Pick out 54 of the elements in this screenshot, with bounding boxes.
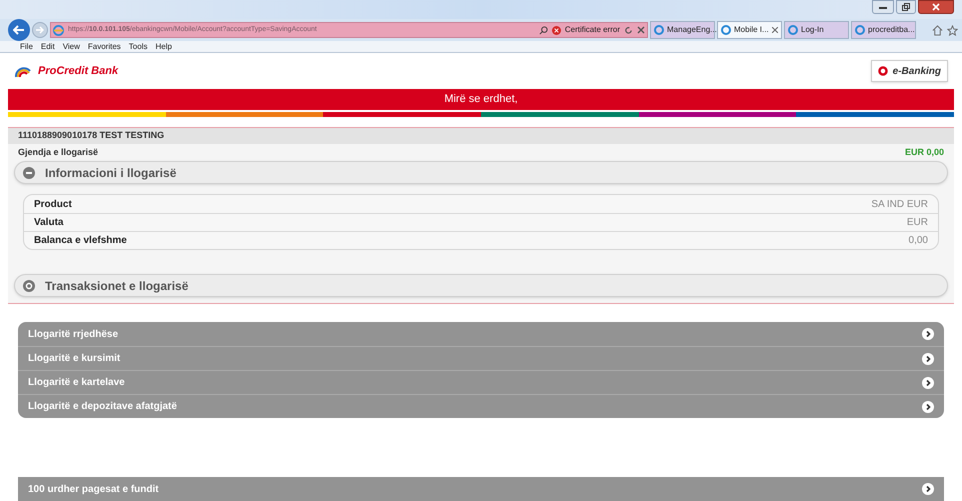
expand-icon xyxy=(23,280,35,292)
chevron-right-icon xyxy=(922,483,934,495)
ring-icon xyxy=(878,66,888,76)
menu-item[interactable]: Tools xyxy=(128,40,148,52)
bank-logo-text: ProCredit Bank xyxy=(38,64,118,79)
forward-arrow-icon xyxy=(36,26,44,34)
browser-tab[interactable]: Log-In xyxy=(784,21,849,39)
restore-icon xyxy=(902,3,910,11)
detail-label: Balanca e vlefshme xyxy=(34,234,127,248)
balance-amount: EUR 0,00 xyxy=(904,146,944,159)
collapse-icon xyxy=(23,166,35,178)
error-icon xyxy=(552,26,561,34)
menu-item[interactable]: View xyxy=(62,40,80,52)
ebanking-button[interactable]: e-Banking xyxy=(870,60,948,82)
chevron-right-icon xyxy=(922,400,934,412)
menu-item[interactable]: Help xyxy=(155,40,172,52)
account-title: 1110188909010178 TEST TESTING xyxy=(18,129,164,142)
refresh-icon xyxy=(624,26,633,34)
minimize-button[interactable] xyxy=(872,0,894,14)
browser-tab[interactable]: procreditba... xyxy=(851,21,916,39)
site-icon xyxy=(788,25,798,35)
chevron-right-icon xyxy=(922,376,934,388)
page-icon xyxy=(53,24,64,36)
close-button[interactable] xyxy=(918,0,954,14)
menu-item[interactable]: File xyxy=(20,40,33,52)
menu-item[interactable]: Favorites xyxy=(88,40,121,52)
detail-value: SA IND EUR xyxy=(871,198,928,212)
menu-item[interactable]: Edit xyxy=(40,40,55,52)
maximize-button[interactable] xyxy=(896,0,916,14)
balance-label: Gjendja e llogarisë xyxy=(18,146,98,159)
site-icon xyxy=(654,25,664,35)
back-arrow-icon xyxy=(13,25,25,35)
star-icon[interactable] xyxy=(947,24,958,36)
search-icon xyxy=(538,26,548,34)
browser-tab[interactable]: Mobile I... xyxy=(717,21,782,39)
detail-label: Valuta xyxy=(34,216,64,230)
site-icon xyxy=(721,25,731,35)
site-icon xyxy=(855,25,865,35)
section-header[interactable]: Transaksionet e llogarisë xyxy=(14,274,948,297)
detail-value: 0,00 xyxy=(908,234,928,248)
close-tab-icon xyxy=(772,27,778,33)
detail-label: Product xyxy=(34,198,72,212)
minimize-icon xyxy=(879,6,887,8)
chevron-right-icon xyxy=(922,328,934,340)
welcome-text: Mirë se erdhet, xyxy=(444,92,518,108)
certificate-error-text[interactable]: Certificate error xyxy=(564,24,620,36)
detail-value: EUR xyxy=(906,216,928,230)
chevron-right-icon xyxy=(922,352,934,364)
close-icon xyxy=(932,3,940,11)
section-header[interactable]: Informacioni i llogarisë xyxy=(14,161,948,184)
home-icon[interactable] xyxy=(932,24,943,36)
back-button[interactable] xyxy=(8,19,30,41)
browser-tab[interactable]: ManageEng... xyxy=(650,21,715,39)
stop-icon xyxy=(637,26,645,34)
